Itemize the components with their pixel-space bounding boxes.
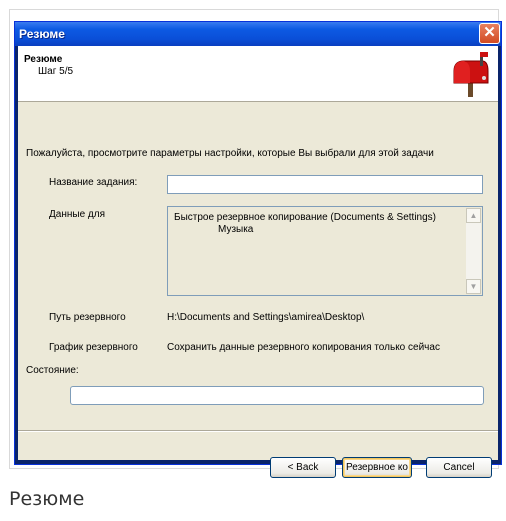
data-for-list[interactable]: Быстрое резервное копирование (Documents… bbox=[167, 206, 483, 296]
dialog-client: Резюме Шаг 5/5 Пожалуйста, просмотрите п… bbox=[18, 46, 498, 478]
image-caption: Резюме bbox=[9, 488, 85, 510]
list-item: Быстрое резервное копирование (Documents… bbox=[174, 212, 437, 223]
close-icon: ✕ bbox=[483, 24, 496, 41]
list-scrollbar[interactable]: ▲ ▼ bbox=[466, 208, 481, 294]
cancel-button[interactable]: Cancel bbox=[426, 457, 492, 478]
schedule-value: Сохранить данные резервного копирования … bbox=[167, 342, 440, 353]
intro-text: Пожалуйста, просмотрите параметры настро… bbox=[26, 148, 434, 159]
back-button[interactable]: < Back bbox=[270, 457, 336, 478]
schedule-label: График резервного bbox=[49, 342, 138, 353]
footer-divider-highlight bbox=[18, 431, 498, 432]
backup-path-value: H:\Documents and Settings\amirea\Desktop… bbox=[167, 312, 365, 323]
job-name-label: Название задания: bbox=[49, 177, 138, 188]
wizard-header: Резюме Шаг 5/5 bbox=[18, 46, 498, 102]
data-for-label: Данные для bbox=[49, 209, 105, 220]
mailbox-icon bbox=[450, 51, 492, 97]
list-item: Музыка bbox=[218, 224, 254, 235]
scroll-down-icon[interactable]: ▼ bbox=[466, 279, 481, 294]
state-label: Состояние: bbox=[26, 365, 79, 376]
title-bar[interactable]: Резюме ✕ bbox=[15, 22, 501, 46]
window-title: Резюме bbox=[19, 27, 65, 41]
backup-button[interactable]: Резервное ко bbox=[342, 457, 412, 478]
scroll-up-icon[interactable]: ▲ bbox=[466, 208, 481, 223]
job-name-input[interactable] bbox=[167, 175, 483, 194]
wizard-window: Резюме ✕ Резюме Шаг 5/5 Пожалуйста, прос… bbox=[14, 21, 502, 478]
state-field bbox=[70, 386, 484, 405]
header-title: Резюме bbox=[24, 54, 63, 65]
step-indicator: Шаг 5/5 bbox=[38, 66, 74, 77]
backup-path-label: Путь резервного bbox=[49, 312, 126, 323]
close-button[interactable]: ✕ bbox=[479, 23, 500, 44]
